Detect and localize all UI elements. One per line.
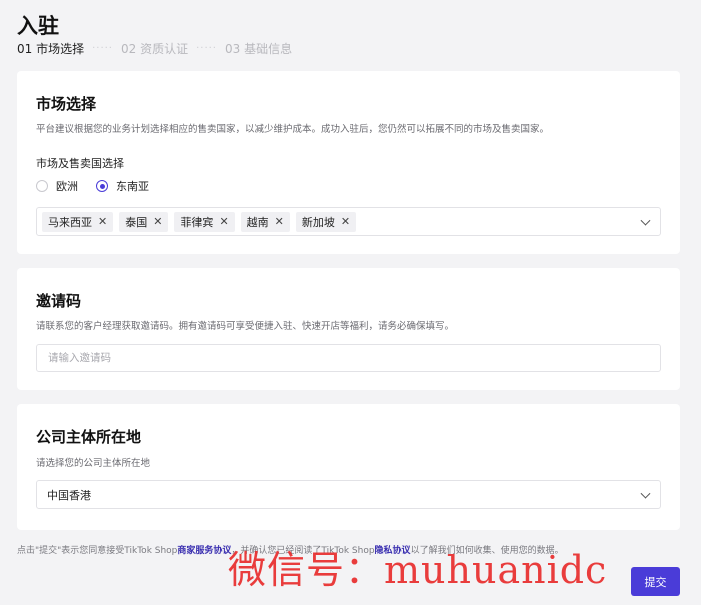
submit-button[interactable]: 提交	[631, 567, 680, 596]
close-icon[interactable]: ✕	[275, 215, 284, 228]
invite-card: 邀请码 请联系您的客户经理获取邀请码。拥有邀请码可享受便捷入驻、快速开店等福利，…	[17, 268, 680, 390]
country-tag-label: 新加坡	[301, 215, 335, 229]
country-tag: 马来西亚 ✕	[42, 211, 114, 232]
country-tag-label: 菲律宾	[180, 215, 214, 229]
close-icon[interactable]: ✕	[341, 215, 350, 228]
agreement-text: ，并确认您已经阅读了TikTok Shop	[231, 546, 375, 556]
country-tag: 菲律宾 ✕	[174, 211, 235, 232]
radio-southeast-asia-label: 东南亚	[116, 180, 149, 193]
agreement-notice: 点击"提交"表示您同意接受TikTok Shop商家服务协议，并确认您已经阅读了…	[17, 543, 564, 556]
page-title: 入驻	[17, 14, 59, 38]
country-tag-label: 马来西亚	[48, 215, 92, 229]
company-location-card: 公司主体所在地 请选择您的公司主体所在地 中国香港	[17, 404, 680, 530]
close-icon[interactable]: ✕	[219, 215, 228, 228]
market-card: 市场选择 平台建议根据您的业务计划选择相应的售卖国家，以减少维护成本。成功入驻后…	[17, 71, 680, 254]
agreement-text: 点击"提交"表示您同意接受TikTok Shop	[17, 546, 178, 556]
invite-card-title: 邀请码	[36, 292, 82, 310]
chevron-down-icon[interactable]	[640, 215, 651, 226]
step-market: 01 市场选择	[17, 42, 85, 56]
market-field-label: 市场及售卖国选择	[36, 157, 124, 170]
step-qualification: 02 资质认证	[121, 42, 189, 56]
market-card-description: 平台建议根据您的业务计划选择相应的售卖国家，以减少维护成本。成功入驻后，您仍然可…	[36, 124, 550, 135]
merchant-agreement-link[interactable]: 商家服务协议	[177, 546, 231, 556]
invite-card-description: 请联系您的客户经理获取邀请码。拥有邀请码可享受便捷入驻、快速开店等福利，请务必确…	[36, 321, 455, 332]
radio-europe-label: 欧洲	[56, 180, 78, 193]
radio-southeast-asia[interactable]: 东南亚	[96, 178, 149, 194]
radio-checked-icon	[96, 180, 108, 192]
close-icon[interactable]: ✕	[98, 215, 107, 228]
privacy-policy-link[interactable]: 隐私协议	[375, 546, 411, 556]
invite-code-input[interactable]: 请输入邀请码	[36, 344, 661, 372]
radio-europe[interactable]: 欧洲	[36, 178, 78, 194]
step-separator: ·····	[196, 43, 217, 54]
close-icon[interactable]: ✕	[153, 215, 162, 228]
country-tag-label: 越南	[246, 215, 269, 229]
company-card-title: 公司主体所在地	[36, 428, 142, 446]
company-location-select[interactable]: 中国香港	[36, 480, 661, 509]
country-tag: 新加坡 ✕	[295, 211, 357, 232]
agreement-text: 以了解我们如何收集、使用您的数据。	[410, 546, 564, 556]
country-tag-label: 泰国	[125, 215, 148, 229]
country-multiselect[interactable]: 马来西亚 ✕ 泰国 ✕ 菲律宾 ✕ 越南 ✕ 新加坡 ✕	[36, 207, 661, 236]
step-indicator: 01 市场选择 ····· 02 资质认证 ····· 03 基础信息	[17, 40, 292, 57]
company-location-value: 中国香港	[47, 488, 91, 502]
country-tag: 泰国 ✕	[119, 211, 169, 232]
company-card-description: 请选择您的公司主体所在地	[36, 458, 151, 469]
step-separator: ·····	[92, 43, 113, 54]
chevron-down-icon[interactable]	[640, 488, 651, 499]
region-radio-group: 欧洲 东南亚	[36, 178, 167, 194]
step-basic-info: 03 基础信息	[225, 42, 293, 56]
country-tag: 越南 ✕	[240, 211, 290, 232]
market-card-title: 市场选择	[36, 95, 97, 113]
radio-unchecked-icon	[36, 180, 48, 192]
